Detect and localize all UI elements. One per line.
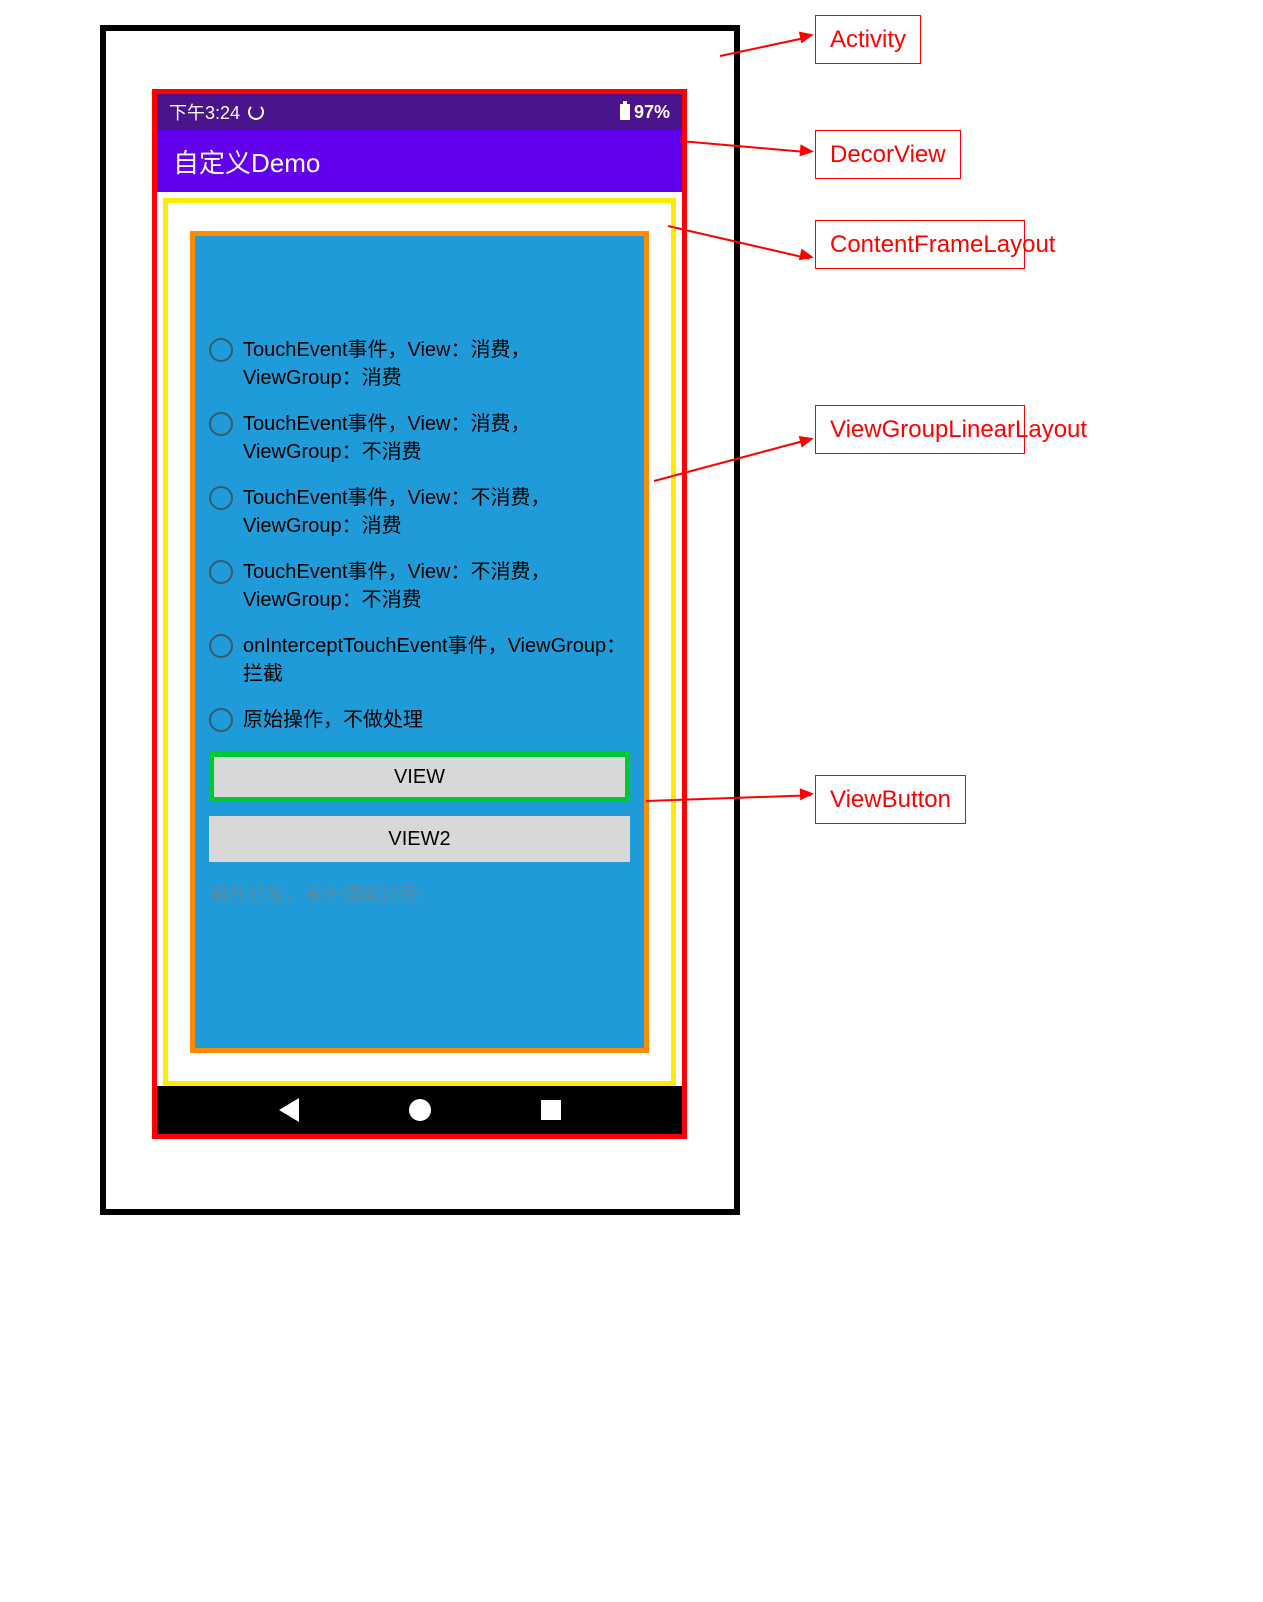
status-left: 下午3:24 xyxy=(169,99,264,125)
content-frame-layout: TouchEvent事件，View：消费，ViewGroup：消费 TouchE… xyxy=(163,198,676,1086)
annotation-activity: Activity xyxy=(815,15,921,64)
radio-label: TouchEvent事件，View：不消费，ViewGroup：消费 xyxy=(243,484,630,540)
annotation-contentframe: ContentFrameLayout xyxy=(815,220,1025,269)
arrow-head-icon xyxy=(800,144,815,157)
annotation-viewbutton: ViewButton xyxy=(815,775,966,824)
radio-label: 原始操作，不做处理 xyxy=(243,706,423,734)
radio-label: TouchEvent事件，View：不消费，ViewGroup：不消费 xyxy=(243,558,630,614)
nav-home-icon[interactable] xyxy=(409,1099,431,1121)
radio-label: TouchEvent事件，View：消费，ViewGroup：不消费 xyxy=(243,410,630,466)
view2-button[interactable]: VIEW2 xyxy=(209,816,630,862)
radio-icon xyxy=(209,486,233,510)
radio-item[interactable]: TouchEvent事件，View：不消费，ViewGroup：消费 xyxy=(209,484,630,540)
radio-icon xyxy=(209,708,233,732)
arrow-head-icon xyxy=(799,249,815,264)
sync-icon xyxy=(248,104,264,120)
status-bar: 下午3:24 97% xyxy=(157,94,682,130)
viewgroup-linear-layout: TouchEvent事件，View：消费，ViewGroup：消费 TouchE… xyxy=(190,231,649,1053)
arrow-head-icon xyxy=(800,788,814,800)
radio-item[interactable]: TouchEvent事件，View：不消费，ViewGroup：不消费 xyxy=(209,558,630,614)
radio-icon xyxy=(209,634,233,658)
radio-item[interactable]: 原始操作，不做处理 xyxy=(209,706,630,734)
footer-text: 事件分发，事件调用过程： xyxy=(209,880,630,907)
view2-button-label: VIEW2 xyxy=(388,828,450,851)
radio-icon xyxy=(209,338,233,362)
decor-view: 下午3:24 97% 自定义Demo TouchEvent事件，View：消费，… xyxy=(152,89,687,1139)
nav-back-icon[interactable] xyxy=(279,1098,299,1122)
radio-item[interactable]: TouchEvent事件，View：消费，ViewGroup：消费 xyxy=(209,336,630,392)
battery-percent: 97% xyxy=(634,102,670,123)
radio-label: TouchEvent事件，View：消费，ViewGroup：消费 xyxy=(243,336,630,392)
annotation-viewgroup: ViewGroupLinearLayout xyxy=(815,405,1025,454)
status-time: 下午3:24 xyxy=(169,99,240,125)
status-right: 97% xyxy=(620,102,670,123)
app-bar: 自定义Demo xyxy=(157,130,682,192)
app-title: 自定义Demo xyxy=(173,143,320,180)
navigation-bar xyxy=(157,1086,682,1134)
arrow-head-icon xyxy=(799,29,815,44)
radio-label: onInterceptTouchEvent事件，ViewGroup：拦截 xyxy=(243,632,630,688)
diagram-container: 下午3:24 97% 自定义Demo TouchEvent事件，View：消费，… xyxy=(100,25,740,1215)
view-button-label: VIEW xyxy=(394,766,445,789)
radio-icon xyxy=(209,412,233,436)
radio-item[interactable]: onInterceptTouchEvent事件，ViewGroup：拦截 xyxy=(209,632,630,688)
view-button[interactable]: VIEW xyxy=(209,752,630,802)
nav-recent-icon[interactable] xyxy=(541,1100,561,1120)
radio-icon xyxy=(209,560,233,584)
radio-item[interactable]: TouchEvent事件，View：消费，ViewGroup：不消费 xyxy=(209,410,630,466)
arrow-head-icon xyxy=(799,432,816,447)
activity-frame: 下午3:24 97% 自定义Demo TouchEvent事件，View：消费，… xyxy=(100,25,740,1215)
annotation-decorview: DecorView xyxy=(815,130,961,179)
battery-icon xyxy=(620,104,630,120)
